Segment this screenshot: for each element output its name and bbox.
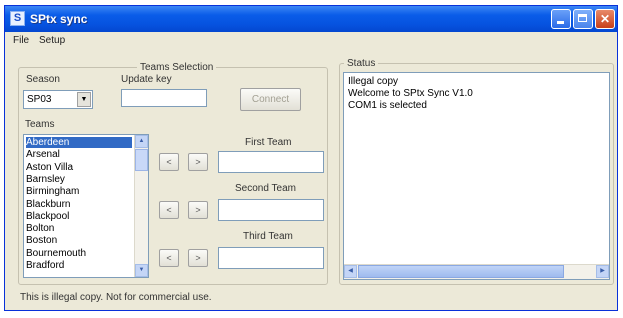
second-team-label: Second Team (235, 183, 296, 194)
move-right-button-3[interactable]: > (188, 249, 208, 267)
minimize-icon (557, 21, 564, 24)
list-item[interactable]: Aberdeen (26, 137, 132, 148)
list-item[interactable]: Bradford (26, 260, 132, 271)
status-line: COM1 is selected (348, 100, 427, 111)
teams-label: Teams (25, 119, 55, 130)
status-line: Welcome to SPtx Sync V1.0 (348, 88, 473, 99)
update-key-label: Update key (121, 74, 172, 85)
list-item[interactable]: Aston Villa (26, 162, 132, 173)
season-value: SP03 (27, 94, 52, 105)
app-window: S SPtx sync ✕ File Setup Teams Selection… (4, 5, 618, 311)
menu-bar: File Setup (5, 32, 617, 50)
first-team-label: First Team (245, 137, 292, 148)
teams-list[interactable]: Aberdeen Arsenal Aston Villa Barnsley Birmin… (23, 134, 149, 278)
move-left-button-3[interactable]: < (159, 249, 179, 267)
list-item[interactable]: Blackburn (26, 199, 132, 210)
teams-list-scrollbar[interactable]: ▲ ▼ (134, 135, 148, 277)
third-team-field[interactable] (218, 247, 324, 269)
season-select[interactable]: SP03 ▼ (23, 90, 93, 109)
move-right-button-2[interactable]: > (188, 201, 208, 219)
minimize-button[interactable] (551, 9, 571, 29)
menu-setup[interactable]: Setup (39, 35, 65, 46)
move-left-button-1[interactable]: < (159, 153, 179, 171)
maximize-button[interactable] (573, 9, 593, 29)
third-team-label: Third Team (243, 231, 293, 242)
scroll-right-arrow-icon[interactable]: ▶ (596, 265, 609, 278)
title-bar[interactable]: S SPtx sync ✕ (5, 6, 617, 32)
season-label: Season (26, 74, 60, 85)
list-item[interactable]: Boston (26, 235, 132, 246)
move-right-button-1[interactable]: > (188, 153, 208, 171)
status-legend: Status (347, 58, 376, 69)
chevron-down-icon[interactable]: ▼ (77, 92, 91, 107)
status-log-scrollbar[interactable]: ◀ ▶ (344, 264, 609, 279)
teams-list-scroll-thumb[interactable] (135, 149, 148, 171)
connect-button[interactable]: Connect (240, 88, 301, 111)
status-bar: This is illegal copy. Not for commercial… (5, 285, 617, 310)
list-item[interactable]: Birmingham (26, 186, 132, 197)
close-icon: ✕ (599, 12, 611, 26)
scroll-down-arrow-icon[interactable]: ▼ (135, 264, 148, 277)
status-bar-text: This is illegal copy. Not for commercial… (20, 292, 212, 303)
status-log[interactable]: Illegal copy Welcome to SPtx Sync V1.0 C… (343, 72, 610, 280)
status-line: Illegal copy (348, 76, 399, 87)
app-icon: S (10, 11, 25, 26)
list-item[interactable]: Blackpool (26, 211, 132, 222)
maximize-icon (578, 14, 587, 22)
window-title: SPtx sync (30, 12, 88, 26)
teams-selection-legend: Teams Selection (140, 62, 214, 73)
list-item[interactable]: Arsenal (26, 149, 132, 160)
list-item[interactable]: Bolton (26, 223, 132, 234)
list-item[interactable]: Barnsley (26, 174, 132, 185)
close-button[interactable]: ✕ (595, 9, 615, 29)
second-team-field[interactable] (218, 199, 324, 221)
list-item[interactable]: Bournemouth (26, 248, 132, 259)
scroll-up-arrow-icon[interactable]: ▲ (135, 135, 148, 148)
update-key-input[interactable] (121, 89, 207, 107)
first-team-field[interactable] (218, 151, 324, 173)
move-left-button-2[interactable]: < (159, 201, 179, 219)
status-log-scroll-thumb[interactable] (358, 265, 564, 278)
scroll-left-arrow-icon[interactable]: ◀ (344, 265, 357, 278)
menu-file[interactable]: File (13, 35, 29, 46)
